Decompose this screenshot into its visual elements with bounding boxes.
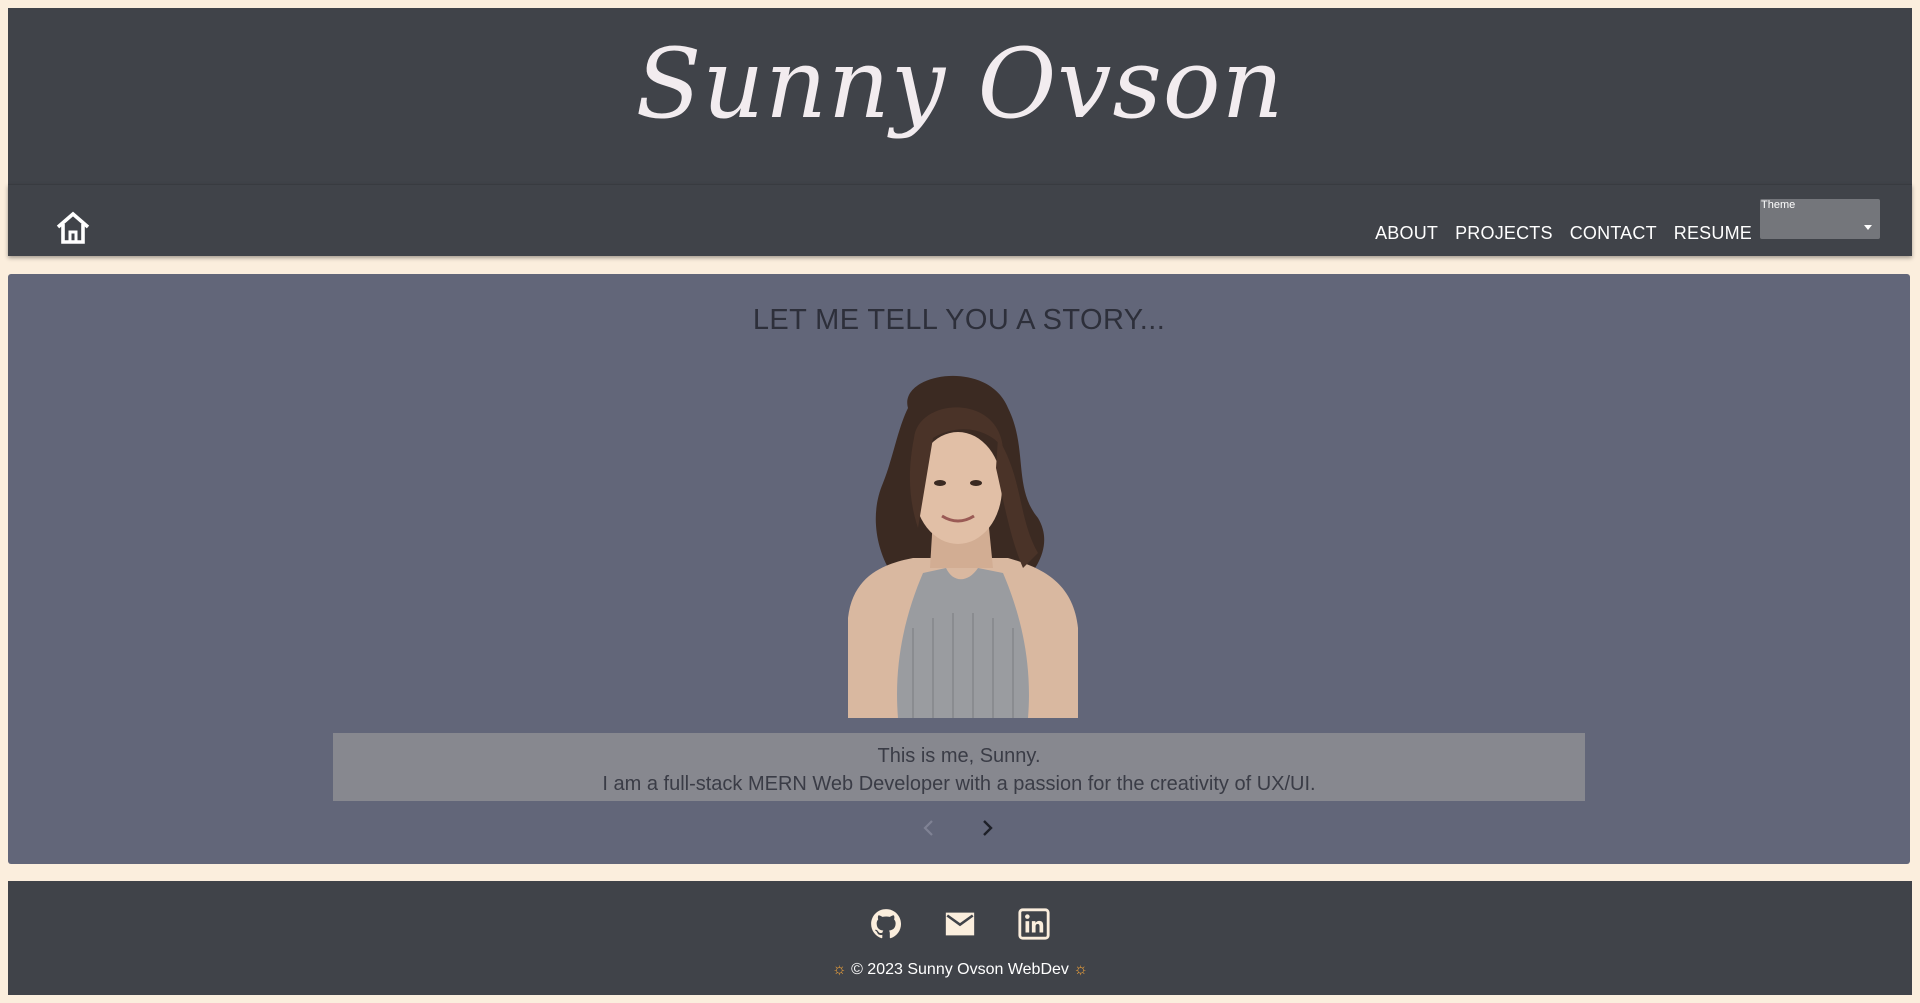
- nav-contact-link[interactable]: CONTACT: [1570, 223, 1657, 244]
- home-button[interactable]: [54, 210, 92, 246]
- linkedin-icon[interactable]: [1017, 907, 1051, 941]
- github-icon[interactable]: [869, 907, 903, 941]
- sun-icon: ☼: [831, 961, 847, 978]
- sun-icon: ☼: [1073, 961, 1089, 978]
- theme-label: Theme: [1761, 199, 1796, 211]
- nav-projects-link[interactable]: PROJECTS: [1455, 223, 1553, 244]
- carousel-caption: This is me, Sunny. I am a full-stack MER…: [333, 733, 1585, 801]
- section-title: LET ME TELL YOU A STORY...: [752, 304, 1166, 336]
- portrait-image: [848, 375, 1078, 718]
- copyright-label: © 2023 Sunny Ovson WebDev: [846, 961, 1074, 978]
- copyright-text: ☼ © 2023 Sunny Ovson WebDev ☼: [8, 961, 1912, 979]
- chevron-down-icon: [1864, 225, 1872, 230]
- home-icon: [56, 211, 90, 244]
- nav-links: ABOUT PROJECTS CONTACT RESUME: [1375, 223, 1752, 244]
- chevron-right-icon: [983, 820, 993, 836]
- theme-select[interactable]: Theme: [1760, 199, 1880, 239]
- nav-resume-link[interactable]: RESUME: [1674, 223, 1752, 244]
- chevron-left-icon: [923, 820, 933, 836]
- nav-about-link[interactable]: ABOUT: [1375, 223, 1438, 244]
- email-icon[interactable]: [943, 907, 977, 941]
- carousel-prev-button[interactable]: [917, 816, 941, 840]
- footer-social-links: [8, 907, 1912, 941]
- site-footer: ☼ © 2023 Sunny Ovson WebDev ☼: [8, 881, 1912, 995]
- navbar: ABOUT PROJECTS CONTACT RESUME Theme: [8, 184, 1912, 256]
- site-logo[interactable]: Sunny Ovson: [8, 24, 1912, 144]
- story-section: LET ME TELL YOU A STORY... This is me, S…: [8, 274, 1910, 864]
- carousel-next-button[interactable]: [975, 816, 999, 840]
- caption-line-2: I am a full-stack MERN Web Developer wit…: [602, 773, 1316, 795]
- site-header: Sunny Ovson ABOUT PROJECTS CONTACT RESUM…: [8, 8, 1912, 256]
